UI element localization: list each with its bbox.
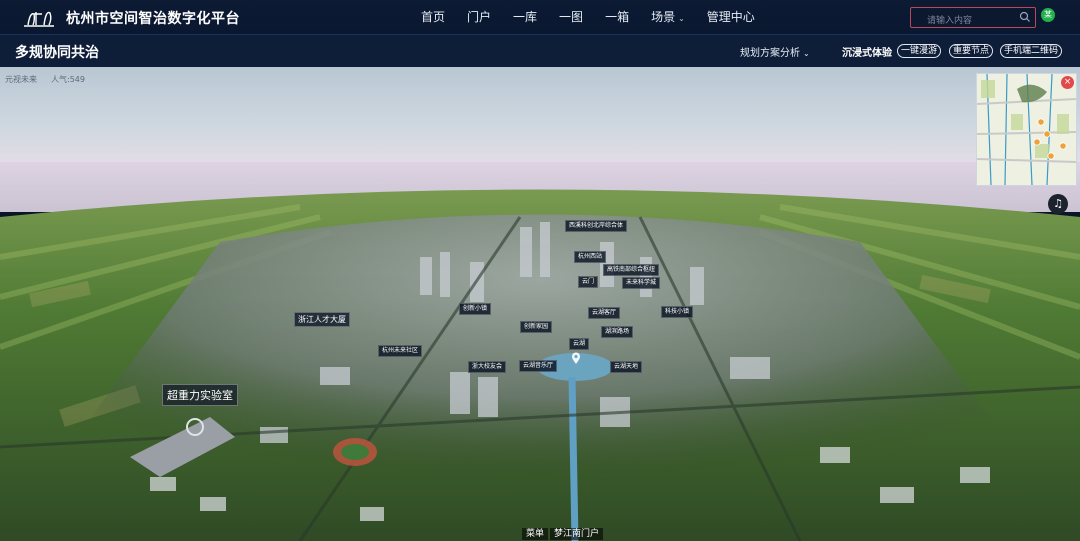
sub-header: 多规协同共治 规划方案分析 ⌄ 沉浸式体验 一键漫游 重要节点 手机端二维码 xyxy=(0,35,1080,67)
popularity-count: 人气:549 xyxy=(51,75,85,84)
location-pin-icon[interactable] xyxy=(571,352,581,365)
minimap-render xyxy=(977,74,1076,185)
portal-label[interactable]: 梦江南门户 xyxy=(550,528,604,540)
building-label[interactable]: 科技小镇 xyxy=(661,306,694,318)
plan-analysis-dropdown[interactable]: 规划方案分析 ⌄ xyxy=(740,44,810,59)
mobile-qrcode-button[interactable]: 手机端二维码 xyxy=(1000,44,1063,58)
scene-render xyxy=(0,67,1080,541)
city-3d-scene[interactable]: 元视未来 人气:549 西溪科创北岸综合体 杭州西站 高铁南部综合枢纽 云门 未来… xyxy=(0,67,1080,541)
bottom-menu: 菜单 梦江南门户 xyxy=(522,526,605,540)
building-label[interactable]: 未来科学城 xyxy=(622,277,661,289)
nav-item-portal[interactable]: 门户 xyxy=(456,0,502,34)
nav-item-library[interactable]: 一库 xyxy=(502,0,548,34)
platform-logo-icon xyxy=(24,11,54,27)
talent-building-label[interactable]: 浙江人才大厦 xyxy=(294,312,350,327)
nav-item-map[interactable]: 一图 xyxy=(548,0,594,34)
lab-label[interactable]: 超重力实验室 xyxy=(162,384,238,406)
building-label[interactable]: 创新小镇 xyxy=(459,303,492,315)
chevron-down-icon: ⌄ xyxy=(803,49,810,58)
scene-watermark: 元视未来 人气:549 xyxy=(5,75,85,84)
music-icon[interactable]: ♫ xyxy=(1048,194,1068,214)
search-input[interactable] xyxy=(911,12,1023,30)
building-label[interactable]: 云湖音乐厅 xyxy=(519,360,558,372)
building-label[interactable]: 云门 xyxy=(578,276,599,288)
search-icon[interactable] xyxy=(1019,11,1031,23)
building-label[interactable]: 云湖 xyxy=(569,338,590,350)
building-label[interactable]: 杭州未来社区 xyxy=(378,345,423,357)
app-title: 杭州市空间智治数字化平台 xyxy=(66,11,240,27)
top-navbar: 杭州市空间智治数字化平台 首页 门户 一库 一图 一箱 场景⌄ 管理中心 某 xyxy=(0,0,1080,35)
tour-button[interactable]: 一键漫游 xyxy=(897,44,942,58)
building-label[interactable]: 云湖天地 xyxy=(610,361,643,373)
page-title: 多规协同共治 xyxy=(15,45,99,61)
immersive-label: 沉浸式体验 xyxy=(842,48,892,59)
user-avatar[interactable]: 某 xyxy=(1041,8,1055,22)
close-icon[interactable]: × xyxy=(1061,76,1074,89)
building-label[interactable]: 浙大校友会 xyxy=(468,361,507,373)
nav-item-scenes[interactable]: 场景 ⌄ xyxy=(640,0,696,34)
building-label[interactable]: 湖滨路场 xyxy=(601,326,634,338)
building-label[interactable]: 杭州西站 xyxy=(574,251,607,263)
nav-item-home[interactable]: 首页 xyxy=(410,0,456,34)
nav-item-admin[interactable]: 管理中心 xyxy=(696,0,766,34)
building-label[interactable]: 云湖客厅 xyxy=(588,307,621,319)
building-label[interactable]: 创新家园 xyxy=(520,321,553,333)
building-label[interactable]: 西溪科创北岸综合体 xyxy=(565,220,628,232)
key-nodes-button[interactable]: 重要节点 xyxy=(949,44,994,58)
main-nav: 首页 门户 一库 一图 一箱 场景 ⌄ 管理中心 xyxy=(410,0,766,34)
minimap[interactable]: × xyxy=(976,73,1077,186)
chevron-down-icon: ⌄ xyxy=(678,14,685,23)
nav-item-toolbox[interactable]: 一箱 xyxy=(594,0,640,34)
building-label[interactable]: 高铁南部综合枢纽 xyxy=(603,264,660,276)
menu-button[interactable]: 菜单 xyxy=(522,528,549,540)
search-box xyxy=(910,7,1036,30)
